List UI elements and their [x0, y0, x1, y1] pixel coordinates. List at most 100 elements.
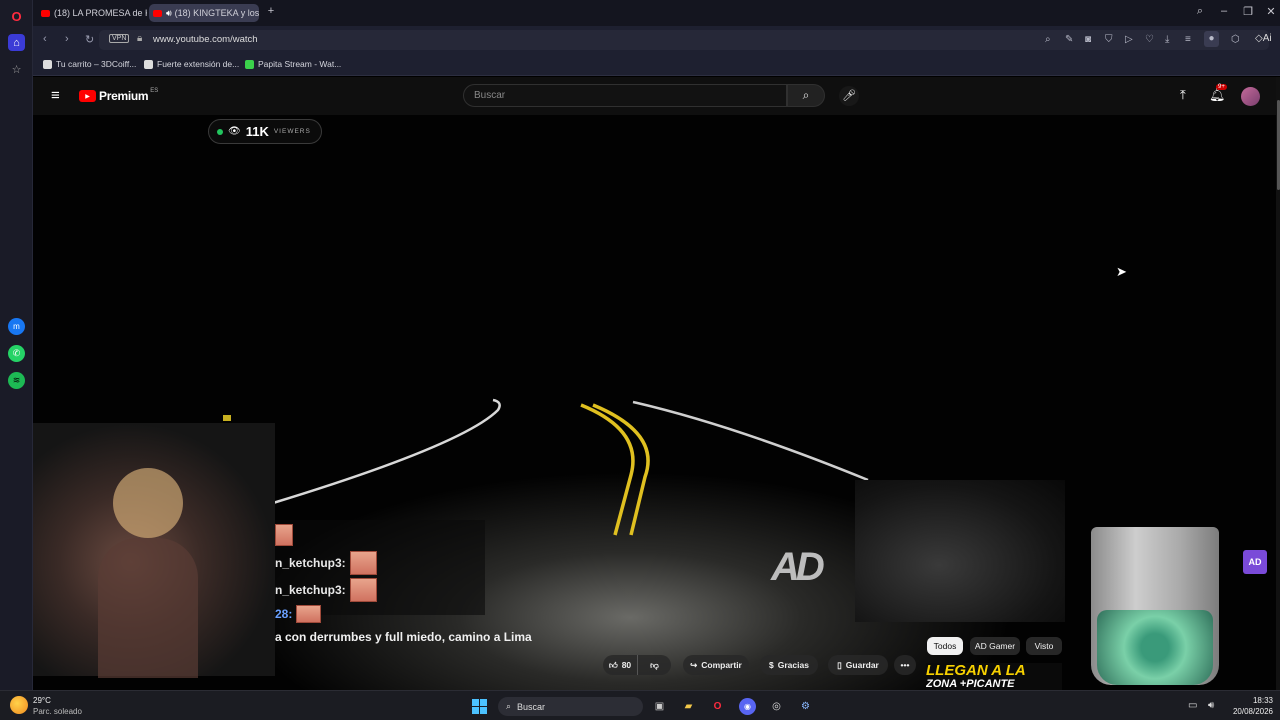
edit-icon[interactable]: ✎: [1065, 34, 1073, 45]
chat-emote: [349, 578, 377, 602]
bookmark-item[interactable]: Tu carrito – 3DCoiff...: [43, 59, 136, 69]
download-icon[interactable]: ⤓: [1165, 34, 1169, 45]
bookmark-item[interactable]: Papita Stream - Wat...: [245, 59, 341, 69]
chat-message: n_ketchup3:: [275, 551, 377, 575]
clock-date[interactable]: 20/08/2026: [1228, 707, 1273, 716]
network-icon[interactable]: ▭: [1188, 700, 1197, 711]
bookmark-label: Papita Stream - Wat...: [258, 59, 342, 69]
speaker-icon[interactable]: 🔊︎: [166, 8, 172, 19]
chat-message: n_ketchup3:: [275, 578, 377, 602]
youtube-header: ≡ ▶ Premium ES Buscar ⌕ 🎤︎ ⤒ 🔔︎ 9+: [33, 77, 1276, 115]
pinboard-icon[interactable]: ☆: [8, 61, 25, 78]
minimize-button[interactable]: –: [1216, 5, 1232, 17]
channel-badge-icon[interactable]: AD: [1243, 550, 1267, 574]
video-player[interactable]: 👁︎ 11K VIEWERS n_ketchup3: n_ketchup3: 2…: [33, 115, 1276, 690]
file-explorer-icon[interactable]: ▰: [680, 698, 697, 715]
save-label: Guardar: [845, 660, 879, 670]
opera-logo-icon[interactable]: O: [8, 8, 25, 25]
search-input[interactable]: Buscar: [463, 84, 787, 107]
taskbar-search[interactable]: ⌕ Buscar: [498, 697, 643, 716]
bookmark-item[interactable]: Fuerte extensión de...: [144, 59, 239, 69]
more-actions-button[interactable]: •••: [894, 655, 916, 675]
spotify-icon[interactable]: ≋: [8, 372, 25, 389]
chip-ad-gamer[interactable]: AD Gamer: [970, 637, 1020, 655]
youtube-favicon-icon: [153, 9, 162, 17]
bookmark-favicon-icon: [144, 59, 153, 69]
video-title: a con derrumbes y full miedo, camino a L…: [275, 630, 532, 644]
close-window-button[interactable]: ✕: [1263, 5, 1279, 18]
play-icon[interactable]: ▷: [1125, 34, 1133, 45]
address-bar[interactable]: VPN 🔒︎ www.youtube.com/watch: [99, 30, 1269, 50]
search-icon: ⌕: [802, 88, 810, 102]
share-label: Compartir: [701, 660, 742, 670]
thumbs-up-icon: 👍︎: [608, 659, 618, 670]
reload-button[interactable]: ↻: [85, 33, 94, 46]
home-icon[interactable]: ⌂: [8, 34, 25, 51]
settings-gear-icon[interactable]: ⚙: [797, 698, 814, 715]
youtube-play-icon: ▶: [79, 90, 96, 102]
thanks-button[interactable]: $ Gracias: [760, 655, 818, 675]
extensions-icon[interactable]: ⬡: [1231, 34, 1240, 45]
channel-watermark: AD: [771, 545, 825, 589]
clock-time[interactable]: 18:33: [1240, 696, 1273, 705]
weather-temp[interactable]: 29°C: [33, 696, 51, 705]
inset-camera: [855, 480, 1065, 622]
camera-icon[interactable]: ◙: [1085, 34, 1091, 45]
share-button[interactable]: ↪ Compartir: [683, 655, 749, 675]
whatsapp-icon[interactable]: ✆: [8, 345, 25, 362]
aria-ai-button[interactable]: ◇Ai: [1255, 33, 1272, 44]
viewer-count: 11K: [245, 124, 269, 139]
hamburger-menu-icon[interactable]: ≡: [51, 87, 60, 104]
app-icon[interactable]: ◎: [768, 698, 785, 715]
thanks-label: Gracias: [777, 660, 809, 670]
lock-icon[interactable]: 🔒︎: [137, 33, 142, 44]
tab-strip: (18) LA PROMESA de King 🔊︎ (18) KINGTEKA…: [33, 0, 1280, 26]
viewer-counter: 👁︎ 11K VIEWERS: [208, 119, 322, 144]
video-banner: LLEGAN A LA ZONA +PICANTE: [926, 663, 1062, 690]
shield-icon[interactable]: ⛉: [1105, 34, 1113, 45]
like-button[interactable]: 👍︎ 80: [603, 655, 637, 675]
task-view-icon[interactable]: ▣: [651, 698, 668, 715]
tab-title: (18) KINGTEKA y los F: [174, 8, 259, 18]
live-dot-icon: [217, 128, 223, 135]
opera-sidebar: O ⌂ ☆ m ✆ ≋: [0, 0, 33, 690]
bookmark-icon: ▯: [837, 659, 842, 670]
vpn-badge[interactable]: VPN: [109, 34, 130, 43]
tab-kingteka[interactable]: 🔊︎ (18) KINGTEKA y los F: [149, 4, 259, 22]
profile-icon[interactable]: ●: [1204, 31, 1219, 47]
weather-desc[interactable]: Parc. soleado: [33, 707, 82, 716]
chip-visto[interactable]: Visto: [1026, 637, 1062, 655]
tab-la-promesa[interactable]: (18) LA PROMESA de King: [37, 4, 147, 22]
webcam-person: [113, 468, 183, 538]
windows-start-icon[interactable]: [471, 698, 488, 715]
forward-button[interactable]: ›: [65, 33, 69, 45]
avatar[interactable]: [1241, 87, 1260, 106]
voice-search-icon[interactable]: 🎤︎: [839, 86, 859, 106]
bookmark-label: Tu carrito – 3DCoiff...: [56, 59, 137, 69]
discord-icon[interactable]: ◉: [739, 698, 756, 715]
url-text[interactable]: www.youtube.com/watch: [153, 34, 258, 45]
tab-search-icon[interactable]: ⌕: [1192, 5, 1208, 18]
new-tab-button[interactable]: +: [263, 5, 279, 17]
chat-emote: [275, 524, 293, 546]
volume-icon[interactable]: 🔊︎: [1208, 700, 1214, 711]
messenger-icon[interactable]: m: [8, 318, 25, 335]
menu-icon[interactable]: ≡: [1185, 34, 1191, 45]
restore-button[interactable]: ❐: [1240, 5, 1256, 18]
youtube-logo[interactable]: ▶ Premium ES: [79, 88, 158, 103]
search-page-icon[interactable]: ⌕: [1045, 34, 1051, 45]
thanks-icon: $: [769, 660, 774, 670]
save-button[interactable]: ▯ Guardar: [828, 655, 888, 675]
address-toolbar: ‹ › ↻ VPN 🔒︎ www.youtube.com/watch ⌕ ✎ ◙…: [33, 26, 1280, 54]
back-button[interactable]: ‹: [43, 33, 47, 45]
search-button[interactable]: ⌕: [787, 84, 825, 107]
chip-todos[interactable]: Todos: [927, 637, 963, 655]
opera-taskbar-icon[interactable]: O: [709, 698, 726, 715]
bookmark-favicon-icon: [245, 59, 254, 69]
weather-icon[interactable]: [10, 696, 28, 714]
heart-icon[interactable]: ♡: [1145, 34, 1154, 45]
chat-emote: [349, 551, 377, 575]
ai-label: Ai: [1262, 33, 1272, 44]
dislike-button[interactable]: 👎︎: [637, 655, 671, 675]
upload-icon[interactable]: ⤒: [1180, 87, 1186, 103]
